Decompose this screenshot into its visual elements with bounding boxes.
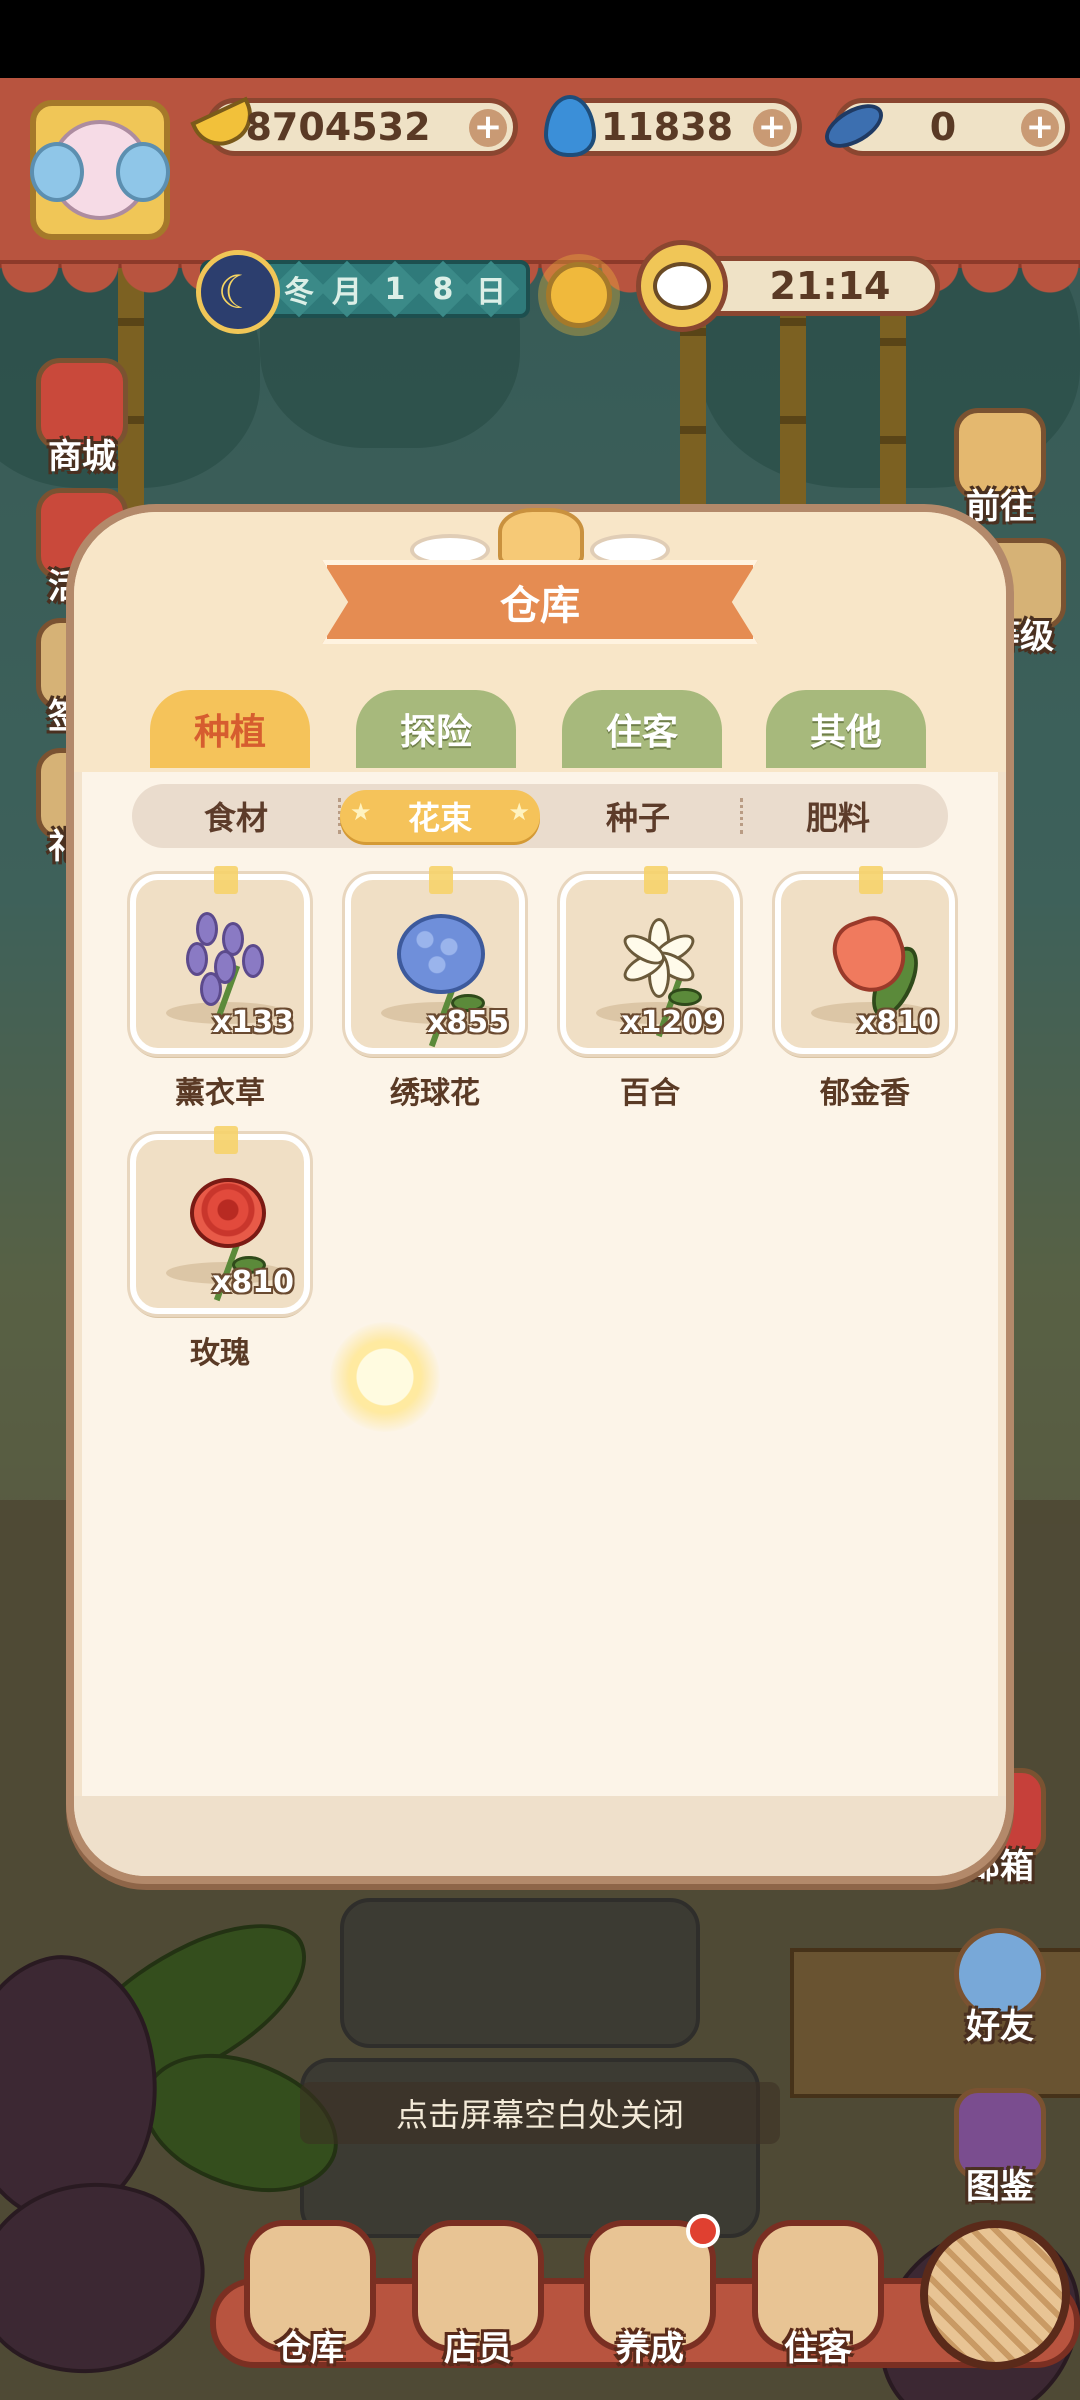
item-card: x1209 (560, 866, 740, 1054)
modal-footer-wave (74, 1796, 1006, 1876)
item-rose[interactable]: x810 玫瑰 (130, 1126, 310, 1372)
date-char: 日 (462, 260, 520, 318)
subtab-seeds[interactable]: 种子 (538, 784, 738, 848)
status-bar (0, 0, 1080, 78)
item-name: 百合 (620, 1076, 680, 1111)
nav-label: 住客 (784, 2329, 852, 2369)
fire-amount: 11838 (600, 105, 734, 149)
item-tulip[interactable]: x810 郁金香 (775, 866, 955, 1112)
side-button-shop[interactable]: 商城 (22, 358, 142, 478)
nav-warehouse[interactable]: 仓库 (244, 2220, 376, 2370)
tab-guests[interactable]: 住客 (562, 690, 722, 768)
sun-weather-icon[interactable] (546, 262, 612, 328)
yarn-ball-icon[interactable] (920, 2220, 1070, 2370)
lavender-bud (196, 912, 218, 946)
nav-guests[interactable]: 住客 (752, 2220, 884, 2370)
item-quantity: x810 (857, 1005, 939, 1040)
tape-pin (644, 866, 668, 894)
tap-sparkle (330, 1322, 440, 1432)
lavender-bud (242, 944, 264, 978)
add-banana-button[interactable]: + (469, 109, 507, 147)
side-button-friends[interactable]: 好友 (940, 1928, 1060, 2048)
item-card: x810 (130, 1126, 310, 1314)
nav-label: 仓库 (276, 2329, 344, 2369)
side-button-label: 好友 (966, 2007, 1034, 2047)
tab-adventure[interactable]: 探险 (356, 690, 516, 768)
fish-amount: 0 (929, 105, 957, 149)
nav-label: 养成 (616, 2329, 684, 2369)
item-name: 薰衣草 (175, 1076, 265, 1111)
tape-pin (429, 866, 453, 894)
item-card: x855 (345, 866, 525, 1054)
item-quantity: x1209 (621, 1005, 724, 1040)
top-hud: 8704532 + 11838 + 0 + (0, 78, 1080, 268)
close-hint: 点击屏幕空白处关闭 (300, 2082, 780, 2144)
notification-dot (686, 2214, 720, 2248)
item-name: 玫瑰 (190, 1336, 250, 1371)
subcategory-tabs: 食材 花束 种子 肥料 (132, 784, 948, 848)
duck-clock-icon (636, 240, 728, 332)
item-quantity: x855 (427, 1005, 509, 1040)
nav-nurture[interactable]: 养成 (584, 2214, 720, 2370)
item-card: x810 (775, 866, 955, 1054)
tape-pin (214, 1126, 238, 1154)
item-lavender[interactable]: x133 薰衣草 (130, 866, 310, 1112)
side-button-label: 商城 (48, 437, 116, 477)
tab-other[interactable]: 其他 (766, 690, 926, 768)
lavender-bud (200, 972, 222, 1006)
subtab-fertilizer[interactable]: 肥料 (738, 784, 938, 848)
add-fire-button[interactable]: + (753, 109, 791, 147)
fish-counter[interactable]: 0 + (834, 98, 1070, 156)
banana-amount: 8704532 (245, 105, 431, 149)
tape-pin (859, 866, 883, 894)
tape-pin (214, 866, 238, 894)
hydrangea-head (397, 914, 485, 994)
nav-staff[interactable]: 店员 (412, 2220, 544, 2370)
cat-face-icon (498, 508, 584, 568)
nav-label: 店员 (444, 2329, 512, 2369)
item-name: 郁金香 (820, 1076, 910, 1111)
item-lily[interactable]: x1209 百合 (560, 866, 740, 1112)
subtab-bouquets[interactable]: 花束 (340, 790, 540, 842)
item-card: x133 (130, 866, 310, 1054)
tab-planting[interactable]: 种植 (150, 690, 310, 768)
side-button-label: 图鉴 (966, 2167, 1034, 2207)
category-tabs: 种植 探险 住客 其他 (150, 690, 930, 768)
add-fish-button[interactable]: + (1021, 109, 1059, 147)
item-quantity: x810 (212, 1265, 294, 1300)
moon-icon: ☾ (196, 250, 280, 334)
item-hydrangea[interactable]: x855 绣球花 (345, 866, 525, 1112)
lily-head (616, 916, 700, 1000)
item-name: 绣球花 (390, 1076, 480, 1111)
banana-counter[interactable]: 8704532 + (206, 98, 518, 156)
side-button-codex[interactable]: 图鉴 (940, 2088, 1060, 2208)
fire-counter[interactable]: 11838 + (550, 98, 802, 156)
subtab-ingredients[interactable]: 食材 (136, 784, 336, 848)
rose-head (190, 1178, 266, 1248)
modal-title: 仓库 (500, 583, 580, 629)
item-quantity: x133 (212, 1005, 294, 1040)
player-avatar[interactable] (30, 100, 170, 240)
avatar-icon (30, 120, 170, 220)
lavender-bud (186, 942, 208, 976)
